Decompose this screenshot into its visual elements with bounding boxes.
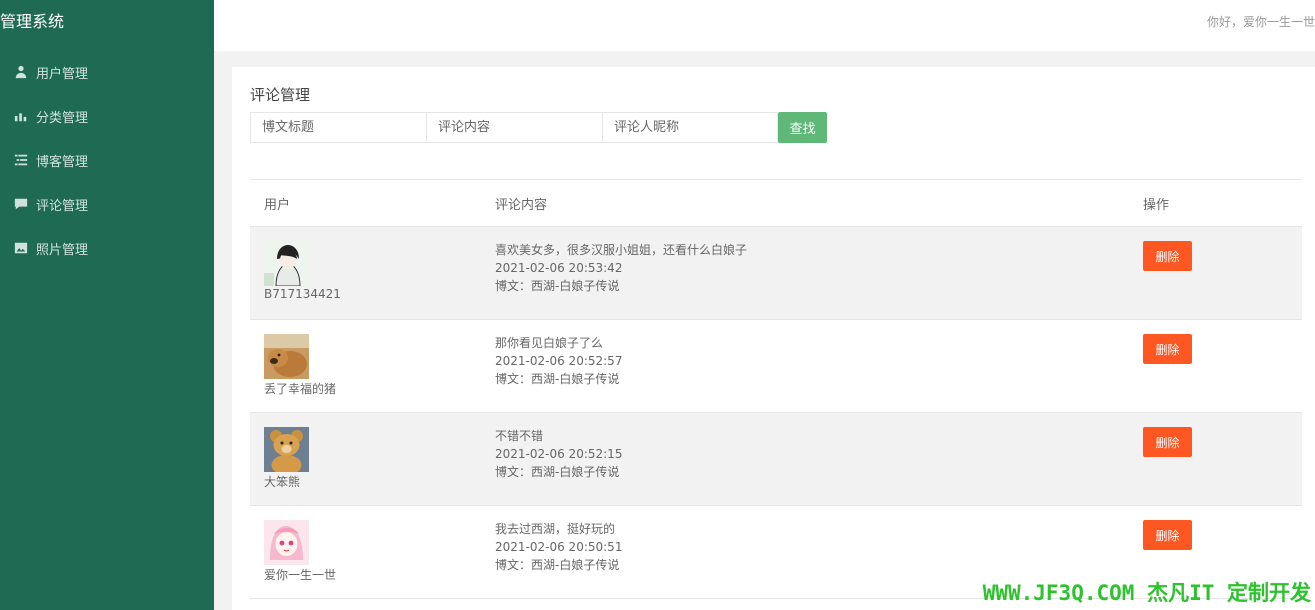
commenter-nickname-input[interactable] xyxy=(602,112,778,143)
comment-text: 那你看见白娘子了么 xyxy=(495,336,604,350)
comment-icon xyxy=(13,196,29,212)
commenter-nickname: 大笨熊 xyxy=(264,475,301,489)
search-form: 查找 xyxy=(250,112,827,143)
column-header-content: 评论内容 xyxy=(495,197,548,213)
category-icon xyxy=(13,108,29,124)
commenter-nickname: 爱你一生一世 xyxy=(264,568,337,582)
comment-content-input[interactable] xyxy=(426,112,602,143)
sidebar-item-users[interactable]: 用户管理 xyxy=(0,50,214,94)
top-header: 你好，爱你一生一世 xyxy=(214,0,1315,51)
delete-button[interactable]: 删除 xyxy=(1143,334,1192,364)
sidebar-item-label: 博客管理 xyxy=(36,154,89,170)
comment-text: 喜欢美女多，很多汉服小姐姐，还看什么白娘子 xyxy=(495,243,748,257)
avatar-anime-girl-icon xyxy=(264,520,309,565)
comment-text: 不错不错 xyxy=(495,429,544,443)
sidebar-item-categories[interactable]: 分类管理 xyxy=(0,94,214,138)
watermark-footer: WWW.JF3Q.COM 杰凡IT 定制开发 xyxy=(982,581,1311,605)
sidebar-item-label: 分类管理 xyxy=(36,110,89,126)
sidebar-nav: 用户管理 分类管理 博客管理 评论管理 照片管理 xyxy=(0,50,214,270)
comment-blog: 博文：西湖-白娘子传说 xyxy=(495,558,620,572)
app-title: 管理系统 xyxy=(0,12,65,31)
avatar-anime-boy-icon xyxy=(264,241,309,286)
user-greeting[interactable]: 你好，爱你一生一世 xyxy=(1207,13,1315,30)
commenter-nickname: 丢了幸福的猪 xyxy=(264,382,337,396)
comment-time: 2021-02-06 20:53:42 xyxy=(495,261,623,275)
table-row: 大笨熊 不错不错 2021-02-06 20:52:15 博文：西湖-白娘子传说… xyxy=(250,413,1302,506)
commenter-nickname: B717134421 xyxy=(264,287,341,301)
table-header: 用户 评论内容 操作 xyxy=(250,180,1302,227)
column-header-user: 用户 xyxy=(264,197,291,213)
blog-icon xyxy=(13,152,29,168)
comment-time: 2021-02-06 20:50:51 xyxy=(495,540,623,554)
comment-text: 我去过西湖，挺好玩的 xyxy=(495,522,616,536)
sidebar-item-label: 照片管理 xyxy=(36,242,89,258)
sidebar: 管理系统 用户管理 分类管理 博客管理 评论管理 照片管理 xyxy=(0,0,214,610)
table-body: B717134421 喜欢美女多，很多汉服小姐姐，还看什么白娘子 2021-02… xyxy=(250,227,1302,599)
comment-blog: 博文：西湖-白娘子传说 xyxy=(495,279,620,293)
sidebar-item-comments[interactable]: 评论管理 xyxy=(0,182,214,226)
table-row: 丢了幸福的猪 那你看见白娘子了么 2021-02-06 20:52:57 博文：… xyxy=(250,320,1302,413)
column-header-operation: 操作 xyxy=(1143,197,1170,213)
user-icon xyxy=(13,64,29,80)
photo-icon xyxy=(13,240,29,256)
comment-management-panel: 评论管理 查找 用户 评论内容 操作 B717134421 喜欢美女多，很多汉服… xyxy=(232,67,1315,610)
comment-blog: 博文：西湖-白娘子传说 xyxy=(495,372,620,386)
delete-button[interactable]: 删除 xyxy=(1143,427,1192,457)
sidebar-item-blogs[interactable]: 博客管理 xyxy=(0,138,214,182)
page-title: 评论管理 xyxy=(250,86,311,104)
comment-time: 2021-02-06 20:52:57 xyxy=(495,354,623,368)
avatar-dog-icon xyxy=(264,334,309,379)
comment-time: 2021-02-06 20:52:15 xyxy=(495,447,623,461)
sidebar-item-photos[interactable]: 照片管理 xyxy=(0,226,214,270)
search-button[interactable]: 查找 xyxy=(778,112,827,143)
sidebar-item-label: 用户管理 xyxy=(36,66,89,82)
delete-button[interactable]: 删除 xyxy=(1143,520,1192,550)
delete-button[interactable]: 删除 xyxy=(1143,241,1192,271)
table-row: B717134421 喜欢美女多，很多汉服小姐姐，还看什么白娘子 2021-02… xyxy=(250,227,1302,320)
avatar-bear-icon xyxy=(264,427,309,472)
comments-table: 用户 评论内容 操作 B717134421 喜欢美女多，很多汉服小姐姐，还看什么… xyxy=(250,179,1302,599)
blog-title-input[interactable] xyxy=(250,112,426,143)
comment-blog: 博文：西湖-白娘子传说 xyxy=(495,465,620,479)
sidebar-item-label: 评论管理 xyxy=(36,198,89,214)
